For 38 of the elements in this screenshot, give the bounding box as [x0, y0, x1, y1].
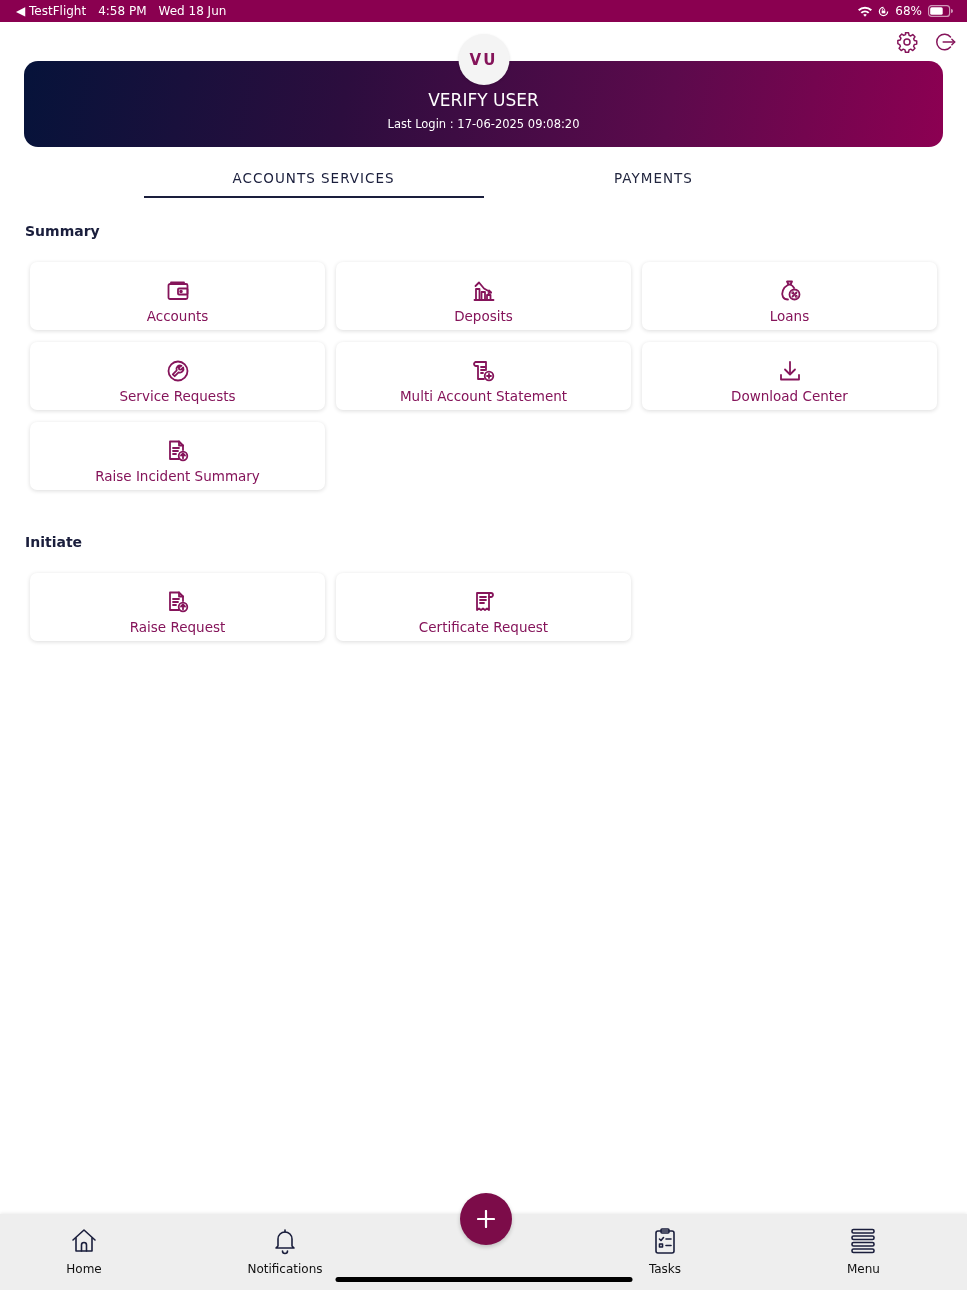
menu-icon [849, 1227, 878, 1255]
service-tile[interactable]: Raise Request [30, 573, 325, 641]
service-tile[interactable]: Certificate Request [336, 573, 631, 641]
logout-icon [934, 30, 956, 53]
wrench-icon [165, 359, 190, 383]
document-plus-icon [471, 359, 496, 383]
rotation-lock-icon [878, 5, 890, 17]
battery-percentage: 68% [895, 4, 922, 18]
section-title: Initiate [24, 534, 84, 551]
status-date: Wed 18 Jun [158, 4, 227, 18]
nav-item[interactable]: Menu [847, 1214, 880, 1290]
last-login: Last Login : 17-06-2025 09:08:20 [387, 116, 580, 132]
home-icon [70, 1227, 98, 1255]
wallet-icon [165, 279, 190, 303]
download-icon [777, 359, 802, 383]
back-to-app-link[interactable]: ◀ TestFlight [16, 4, 87, 18]
nav-item[interactable]: Home [66, 1214, 102, 1290]
service-tile[interactable]: Raise Incident Summary [30, 422, 325, 490]
bar-chart-icon [471, 279, 496, 303]
status-time: 4:58 PM [98, 4, 147, 18]
settings-button[interactable] [895, 29, 919, 54]
service-tile[interactable]: Download Center [642, 342, 937, 410]
section-title: Summary [24, 223, 101, 240]
battery-icon [928, 5, 953, 17]
plus-icon [477, 1210, 495, 1228]
service-tile[interactable]: Loans [642, 262, 937, 330]
service-tile[interactable]: Deposits [336, 262, 631, 330]
service-tile[interactable]: Service Requests [30, 342, 325, 410]
tab[interactable]: ACCOUNTS SERVICES [143, 160, 484, 198]
settings-icon [896, 30, 918, 53]
service-tile[interactable]: Accounts [30, 262, 325, 330]
tab[interactable]: PAYMENTS [483, 160, 824, 198]
wifi-icon [858, 5, 873, 17]
add-button[interactable] [460, 1193, 512, 1245]
nav-item[interactable]: Tasks [648, 1214, 682, 1290]
service-tile[interactable]: Multi Account Statement [336, 342, 631, 410]
nav-item[interactable]: Notifications [247, 1214, 323, 1290]
user-name: VERIFY USER [428, 89, 539, 111]
